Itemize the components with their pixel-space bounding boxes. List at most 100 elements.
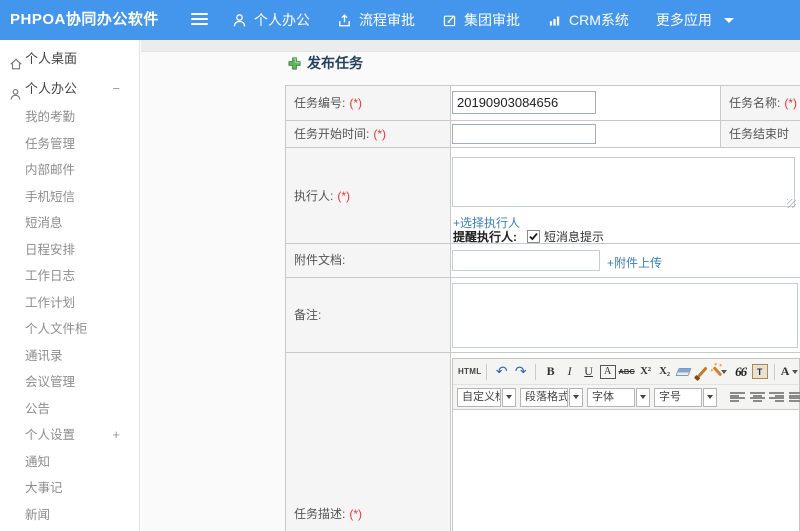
custom-title-select[interactable]: 自定义标题 [457,387,516,407]
underline-button[interactable]: U [581,363,597,381]
sidebar-item-公告[interactable]: 公告 [0,396,139,423]
superscript-glyph: X² [640,366,651,377]
sidebar-item-个人设置[interactable]: 个人设置 + [0,422,139,449]
auto-typeset-button[interactable] [712,363,730,381]
nav-crm-system[interactable]: CRM系统 [547,10,629,30]
font-family-select[interactable]: 字体 [587,387,650,407]
caret-down-icon [721,369,728,374]
sidebar-item-label: 日程安排 [25,242,76,257]
attachment-input[interactable] [452,250,600,271]
executor-textarea[interactable] [452,157,795,207]
format-brush-button[interactable] [695,363,711,381]
collapse-icon[interactable]: − [112,74,120,104]
undo-button[interactable]: ↶ [494,363,510,381]
sidebar-item-label: 个人文件柜 [25,322,88,336]
sidebar-item-工作计划[interactable]: 工作计划 [0,290,139,317]
superscript-button[interactable]: X² [638,363,654,381]
sidebar-item-内部邮件[interactable]: 内部邮件 [0,157,139,184]
nav-group-approval[interactable]: 集团审批 [442,10,520,30]
remark-label: 备注: [294,308,322,322]
page-header: 发布任务 [288,53,363,73]
paste-plain-button[interactable]: T [751,364,768,379]
font-size-select[interactable]: 字号 [654,387,717,407]
align-center-button[interactable] [749,391,765,403]
edit-icon [442,13,457,28]
subscript-button[interactable]: X₂ [657,363,673,381]
sidebar-item-新闻[interactable]: 新闻 [0,502,139,529]
menu-toggle-icon[interactable] [191,13,208,27]
sidebar-item-label: 内部邮件 [25,163,76,177]
sidebar-item-label: 个人桌面 [25,51,78,66]
blockquote-button[interactable]: 66 [733,363,749,381]
paragraph-format-select[interactable]: 段落格式 [520,387,583,407]
start-time-cell [451,121,721,148]
sidebar-item-label: 新闻 [25,507,51,522]
sidebar-item-手机短信[interactable]: 手机短信 [0,184,139,211]
sidebar-item-工作日志[interactable]: 工作日志 [0,263,139,290]
resize-grip-icon[interactable] [787,199,796,208]
caret-down-icon[interactable] [636,387,650,407]
align-justify-button[interactable] [788,391,800,403]
sidebar-item-大事记[interactable]: 大事记 [0,475,139,502]
sidebar-item-label: 个人办公 [25,81,78,96]
sidebar-item-短消息[interactable]: 短消息 [0,210,139,237]
redo-button[interactable]: ↷ [513,363,529,381]
sidebar-item-个人办公[interactable]: 个人办公 − [0,74,139,104]
sidebar-item-个人桌面[interactable]: 个人桌面 [0,44,139,74]
dropdown-value: 字体 [587,387,635,407]
sidebar-item-会议管理[interactable]: 会议管理 [0,369,139,396]
attachment-upload-link[interactable]: +附件上传 [607,254,662,271]
sidebar-item-任务管理[interactable]: 任务管理 [0,131,139,158]
editor-content-area[interactable] [453,410,799,531]
sms-remind-checkbox[interactable] [527,230,540,243]
strikethrough-button[interactable]: ABC [619,363,635,381]
html-source-button[interactable]: HTML [457,363,482,381]
expand-icon[interactable]: + [112,422,120,449]
align-left-button[interactable] [730,391,745,403]
upload-icon [337,13,352,28]
nav-label: 集团审批 [464,12,520,28]
toolbar-separator [486,363,488,380]
font-box-button[interactable]: A [599,364,616,379]
dropdown-value: 自定义标题 [457,387,501,407]
align-right-button[interactable] [769,391,784,403]
toolbar-separator [774,363,776,380]
start-time-input[interactable] [452,124,596,144]
dropdown-value: 字号 [654,387,702,407]
remark-textarea[interactable] [452,283,798,348]
sidebar-item-label: 公告 [25,401,51,416]
executor-label-cell: 执行人: (*) [286,148,451,244]
nav-personal-office[interactable]: 个人办公 [232,10,310,30]
sidebar-item-通讯录[interactable]: 通讯录 [0,343,139,370]
bold-button[interactable]: B [543,363,559,381]
sidebar-item-个人文件柜[interactable]: 个人文件柜 [0,316,139,343]
executor-label: 执行人: [294,189,334,203]
required-mark: (*) [349,507,363,521]
eraser-button[interactable] [675,363,692,381]
sidebar-item-label: 任务管理 [25,136,76,151]
caret-down-icon [792,369,799,374]
sidebar-item-通知[interactable]: 通知 [0,449,139,476]
caret-down-icon[interactable] [703,387,717,407]
content-top-strip [141,40,800,52]
nav-workflow-approval[interactable]: 流程审批 [337,10,415,30]
html-source-glyph: HTML [457,367,482,376]
nav-more-apps[interactable]: 更多应用 [656,10,734,30]
font-color-button[interactable]: A [781,363,799,381]
sidebar-item-label: 会议管理 [25,375,76,389]
sidebar-item-日程安排[interactable]: 日程安排 [0,237,139,264]
sidebar-item-label: 大事记 [25,481,63,495]
redo-glyph: ↷ [514,363,527,380]
description-label-wrap: 任务描述: (*) [294,505,362,522]
task-name-label: 任务名称: [729,96,781,110]
task-no-input[interactable] [452,91,596,114]
italic-button[interactable]: I [562,363,578,381]
editor-toolbar-row2: 自定义标题段落格式字体字号 [453,385,800,410]
nav-label: 个人办公 [254,12,310,28]
required-mark: (*) [349,96,363,110]
required-mark: (*) [337,189,351,203]
main-content: 发布任务 任务编号:(*) 任务名称:(*) 任务开始时间:(*) 任务结束时间… [141,40,800,531]
caret-down-icon[interactable] [569,387,583,407]
sidebar-item-我的考勤[interactable]: 我的考勤 [0,104,139,131]
caret-down-icon[interactable] [502,387,516,407]
